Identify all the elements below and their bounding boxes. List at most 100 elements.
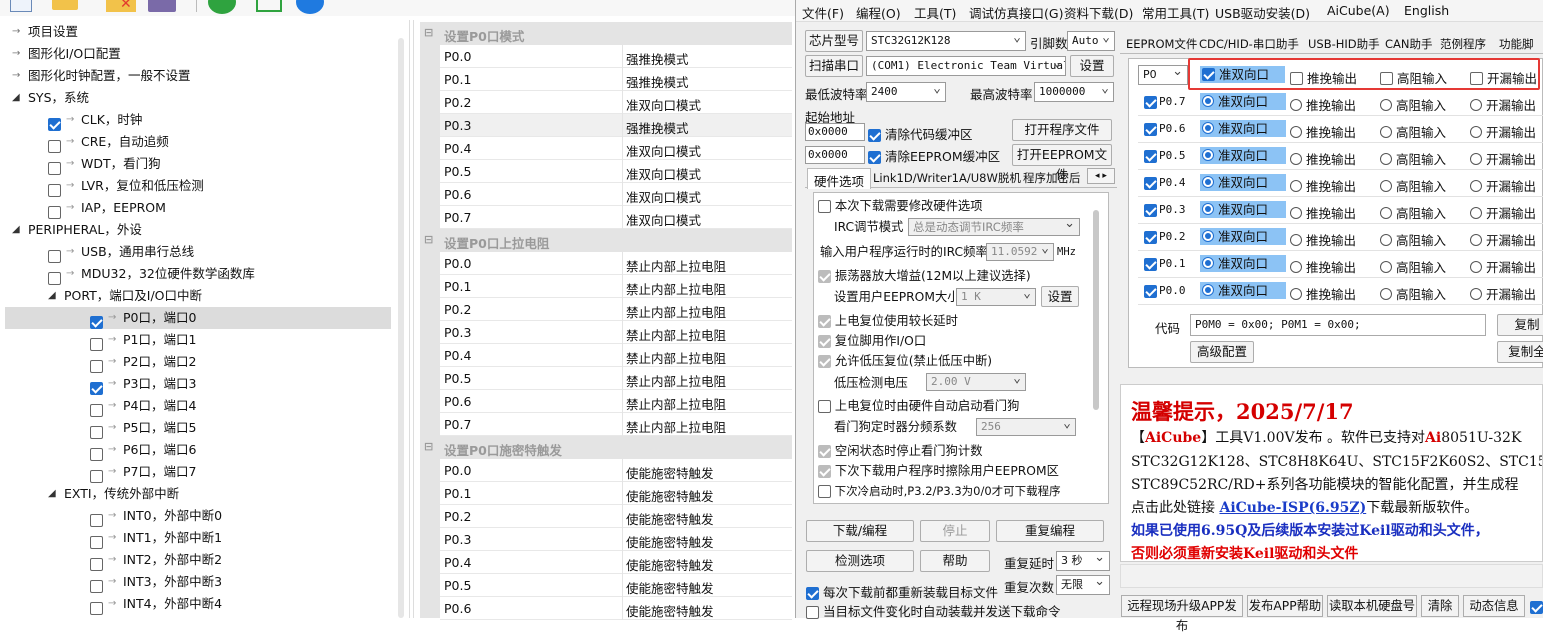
- chip-select[interactable]: STC32G12K128: [866, 31, 1026, 51]
- property-row[interactable]: P0.6 禁止内部上拉电阻: [440, 390, 792, 413]
- dynamic-info-button[interactable]: 动态信息: [1463, 595, 1525, 617]
- modify-hw-checkbox[interactable]: 本次下载需要修改硬件选项: [818, 196, 983, 216]
- tree-item[interactable]: → WDT，看门狗: [0, 153, 390, 175]
- pin-mode-radio[interactable]: 开漏输出: [1470, 284, 1536, 303]
- pin-enable-checkbox[interactable]: [1144, 150, 1157, 163]
- menu-item[interactable]: 常用工具(T): [1142, 3, 1209, 22]
- pin-mode-radio[interactable]: 推挽输出: [1290, 257, 1356, 276]
- property-value[interactable]: 准双向口模式: [626, 141, 701, 160]
- copy-button[interactable]: 复制: [1497, 314, 1543, 336]
- expand-icon[interactable]: ◢: [48, 285, 56, 307]
- repeat-delay-select[interactable]: 3 秒: [1056, 551, 1110, 571]
- repeat-program-button[interactable]: 重复编程: [996, 520, 1104, 542]
- erase-eeprom-checkbox[interactable]: 下次下载用户程序时擦除用户EEPROM区: [818, 461, 1059, 481]
- pin-mode-radio[interactable]: 准双向口: [1200, 228, 1287, 245]
- property-value[interactable]: 强推挽模式: [626, 118, 689, 137]
- menu-item[interactable]: 调试仿真接口(G): [969, 3, 1063, 22]
- property-row[interactable]: P0.5 使能施密特触发: [440, 574, 792, 597]
- pin-mode-radio[interactable]: 开漏输出: [1470, 230, 1536, 249]
- lvr-checkbox[interactable]: 允许低压复位(禁止低压中断): [818, 351, 992, 371]
- osc-gain-checkbox[interactable]: 振荡器放大增益(12M以上建议选择): [818, 266, 1031, 286]
- hardware-scrollbar[interactable]: [1093, 210, 1099, 410]
- lvd-select[interactable]: 2.00 V: [926, 373, 1026, 391]
- property-value[interactable]: 使能施密特触发: [626, 509, 714, 528]
- all-pushpull-checkbox[interactable]: 推挽输出: [1290, 68, 1357, 87]
- pin-mode-radio[interactable]: 准双向口: [1200, 93, 1287, 110]
- property-row[interactable]: P0.3 强推挽模式: [440, 114, 792, 137]
- tree-item[interactable]: → USB，通用串行总线: [0, 241, 390, 263]
- notice-hscrollbar[interactable]: [1120, 564, 1543, 588]
- property-value[interactable]: 禁止内部上拉电阻: [626, 279, 726, 298]
- help-button[interactable]: 帮助: [920, 550, 990, 572]
- property-row[interactable]: P0.0 使能施密特触发: [440, 459, 792, 482]
- pin-mode-radio[interactable]: 高阻输入: [1380, 176, 1446, 195]
- property-group-header[interactable]: ⊟ 设置P0口上拉电阻: [420, 229, 792, 252]
- tree-item[interactable]: → 项目设置: [0, 21, 390, 43]
- tree-item[interactable]: → INT4，外部中断4: [0, 593, 390, 615]
- property-value[interactable]: 准双向口模式: [626, 187, 701, 206]
- pin-mode-radio[interactable]: 推挽输出: [1290, 203, 1356, 222]
- pin-mode-radio[interactable]: 高阻输入: [1380, 122, 1446, 141]
- pin-mode-radio[interactable]: 高阻输入: [1380, 284, 1446, 303]
- tab-usb-hid[interactable]: USB-HID助手: [1308, 36, 1380, 52]
- pin-mode-radio[interactable]: 高阻输入: [1380, 257, 1446, 276]
- tab-offline[interactable]: Link1D/Writer1A/U8W脱机: [873, 170, 1021, 186]
- property-value[interactable]: 禁止内部上拉电阻: [626, 394, 726, 413]
- tree-item[interactable]: ◢ PORT，端口及I/O口中断: [0, 285, 390, 307]
- tree-item[interactable]: → INT0，外部中断0: [0, 505, 390, 527]
- pin-mode-radio[interactable]: 开漏输出: [1470, 149, 1536, 168]
- menu-item[interactable]: 工具(T): [914, 3, 956, 22]
- export-icon[interactable]: [256, 0, 282, 12]
- pin-mode-radio[interactable]: 开漏输出: [1470, 257, 1536, 276]
- property-row[interactable]: P0.4 使能施密特触发: [440, 551, 792, 574]
- eeprom-address-input[interactable]: 0x0000: [805, 146, 865, 164]
- property-row[interactable]: P0.6 准双向口模式: [440, 183, 792, 206]
- advanced-config-button[interactable]: 高级配置: [1190, 341, 1254, 363]
- tree-item[interactable]: ◢ PERIPHERAL，外设: [0, 219, 390, 241]
- menu-item[interactable]: English: [1404, 3, 1449, 18]
- property-value[interactable]: 准双向口模式: [626, 164, 701, 183]
- pin-mode-radio[interactable]: 开漏输出: [1470, 203, 1536, 222]
- property-value[interactable]: 禁止内部上拉电阻: [626, 302, 726, 321]
- menu-item[interactable]: AiCube(A): [1327, 3, 1390, 18]
- tab-serial-assistant[interactable]: CDC/HID-串口助手: [1199, 36, 1299, 52]
- all-quasi-checkbox[interactable]: 准双向口: [1200, 66, 1285, 83]
- pin-mode-radio[interactable]: 准双向口: [1200, 174, 1287, 191]
- irc-mode-select[interactable]: 总是动态调节IRC频率: [908, 218, 1080, 236]
- publish-help-button[interactable]: 发布APP帮助: [1247, 595, 1323, 617]
- tree-item[interactable]: ◢ SYS，系统: [0, 87, 390, 109]
- code-address-input[interactable]: 0x0000: [805, 123, 865, 141]
- pin-mode-radio[interactable]: 推挽输出: [1290, 122, 1356, 141]
- open-eeprom-button[interactable]: 打开EEPROM文件: [1012, 144, 1112, 182]
- property-group-header[interactable]: ⊟ 设置P0口施密特触发: [420, 436, 792, 459]
- property-value[interactable]: 使能施密特触发: [626, 578, 714, 597]
- bottom-checkbox[interactable]: [1530, 599, 1543, 614]
- clear-code-checkbox[interactable]: 清除代码缓冲区: [868, 124, 973, 143]
- open-program-button[interactable]: 打开程序文件: [1012, 119, 1112, 141]
- code-output[interactable]: P0M0 = 0x00; P0M1 = 0x00;: [1190, 314, 1486, 336]
- property-value[interactable]: 准双向口模式: [626, 210, 701, 229]
- tree-item[interactable]: → P3口，端口3: [0, 373, 390, 395]
- document-icon[interactable]: [10, 0, 32, 12]
- tree-item[interactable]: → P2口，端口2: [0, 351, 390, 373]
- save-icon[interactable]: [148, 0, 176, 12]
- wdt-auto-checkbox[interactable]: 上电复位时由硬件自动启动看门狗: [818, 396, 1019, 416]
- pin-mode-radio[interactable]: 开漏输出: [1470, 176, 1536, 195]
- pin-enable-checkbox[interactable]: [1144, 204, 1157, 217]
- tab-can[interactable]: CAN助手: [1385, 36, 1433, 52]
- pin-enable-checkbox[interactable]: [1144, 258, 1157, 271]
- property-row[interactable]: P0.1 强推挽模式: [440, 68, 792, 91]
- property-row[interactable]: P0.3 使能施密特触发: [440, 528, 792, 551]
- property-row[interactable]: P0.1 禁止内部上拉电阻: [440, 275, 792, 298]
- property-value[interactable]: 禁止内部上拉电阻: [626, 325, 726, 344]
- property-value[interactable]: 使能施密特触发: [626, 601, 714, 620]
- remote-upgrade-button[interactable]: 远程现场升级APP发布: [1121, 595, 1243, 633]
- auto-reload-checkbox[interactable]: 当目标文件变化时自动装载并发送下载命令: [806, 601, 1061, 620]
- property-value[interactable]: 强推挽模式: [626, 49, 689, 68]
- property-value[interactable]: 使能施密特触发: [626, 532, 714, 551]
- wdt-div-select[interactable]: 256: [976, 418, 1076, 436]
- pin-mode-radio[interactable]: 推挽输出: [1290, 284, 1356, 303]
- idle-wdt-checkbox[interactable]: 空闲状态时停止看门狗计数: [818, 441, 983, 461]
- repeat-count-select[interactable]: 无限: [1056, 575, 1110, 595]
- tab-pin-function[interactable]: 功能脚: [1499, 36, 1534, 52]
